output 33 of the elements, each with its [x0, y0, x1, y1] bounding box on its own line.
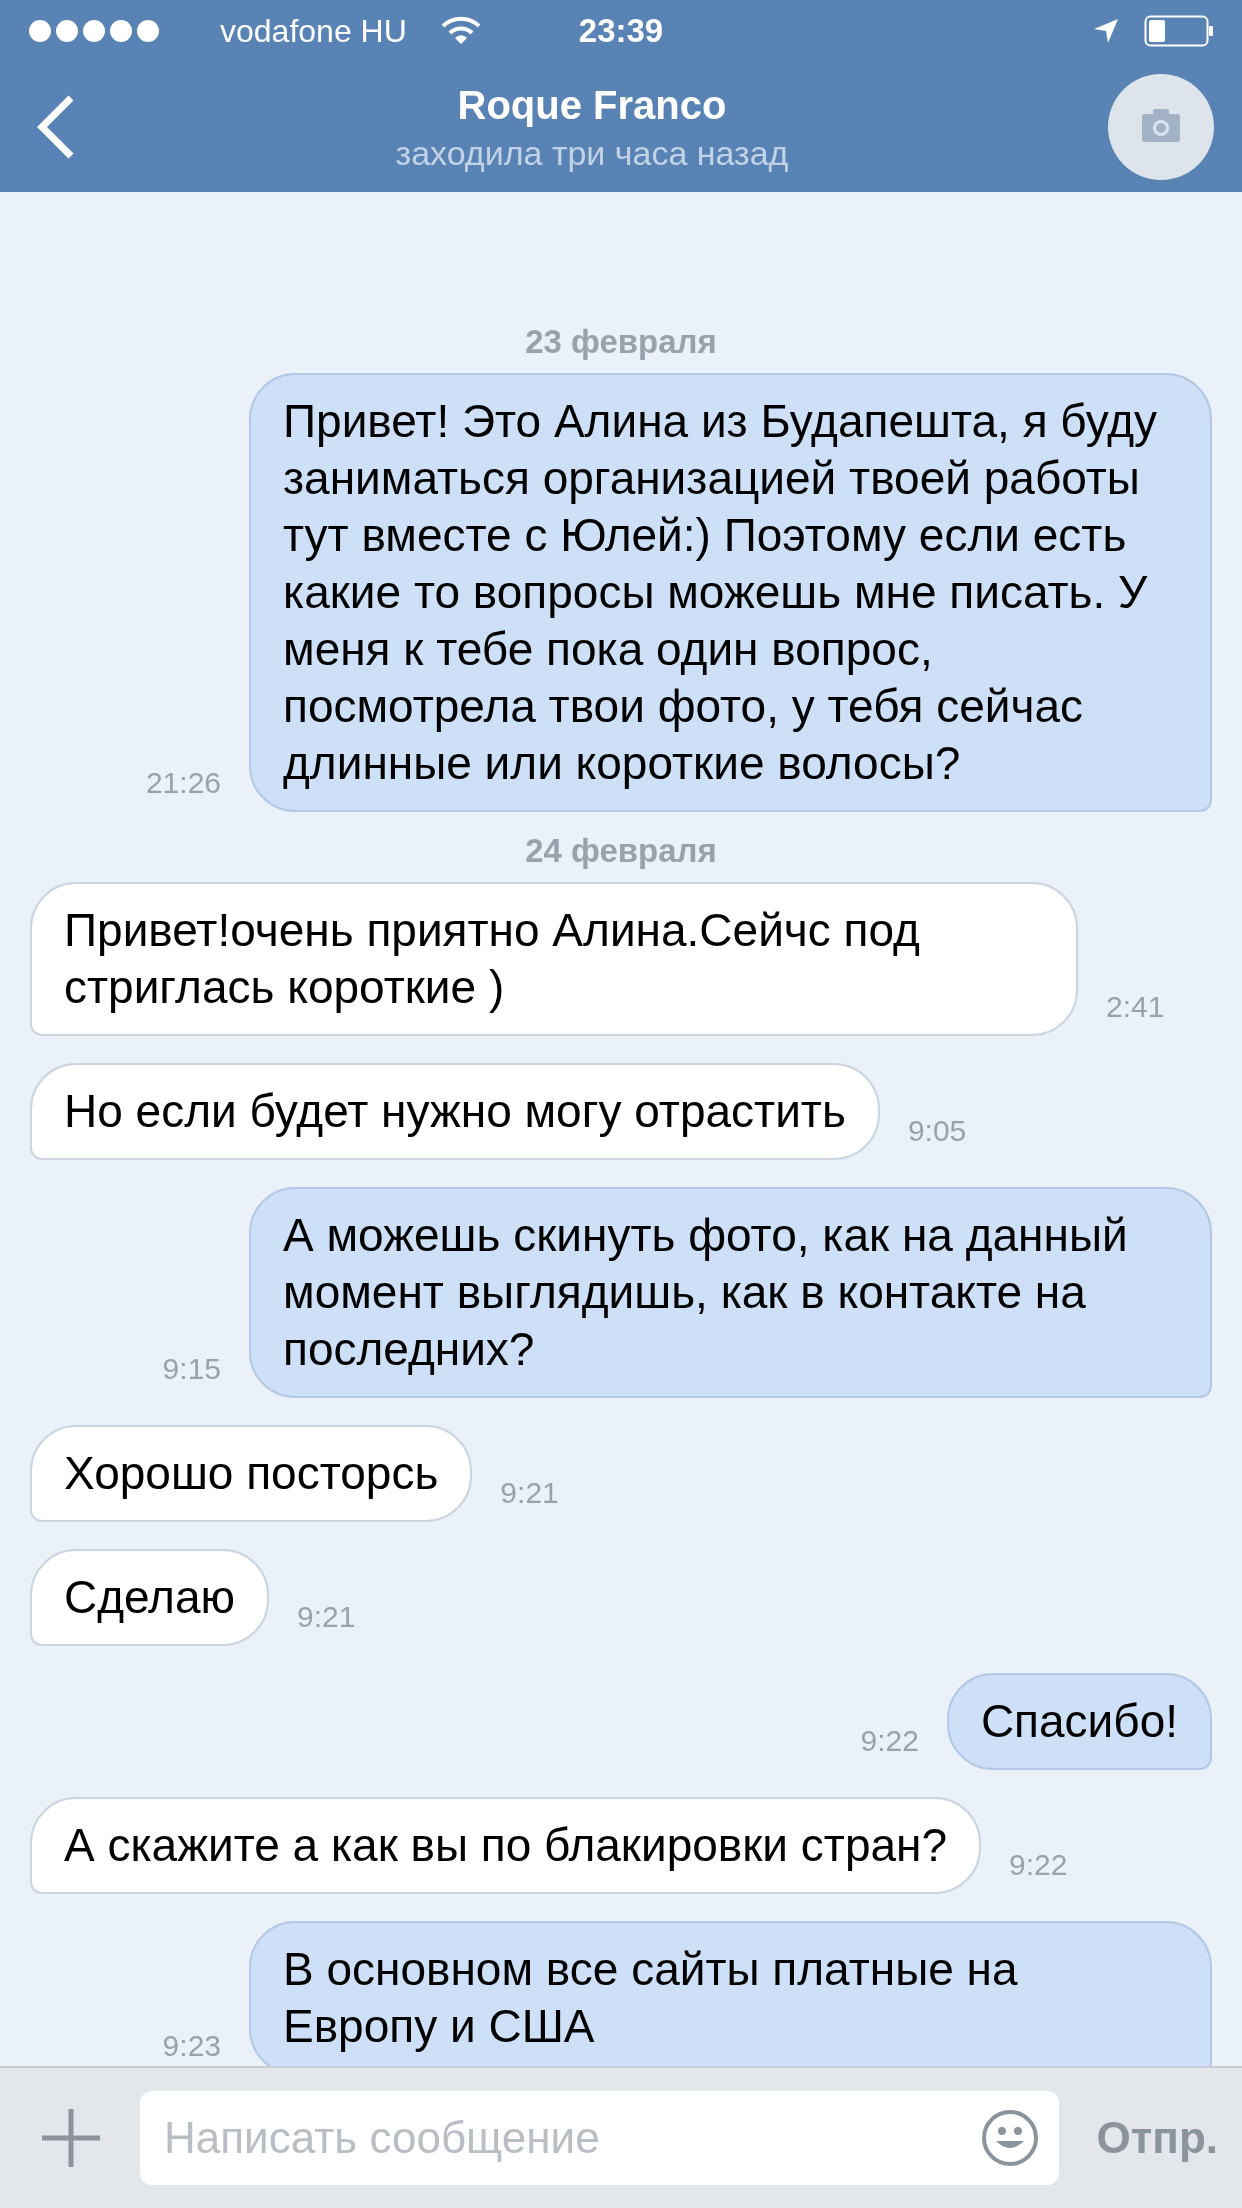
emoji-icon[interactable] [980, 2109, 1039, 2167]
send-button[interactable]: Отпр. [1096, 2113, 1218, 2163]
wifi-icon [440, 16, 481, 46]
battery-icon [1144, 15, 1214, 47]
status-time: 23:39 [578, 12, 664, 50]
incoming-message: Сделаю [30, 1549, 270, 1646]
outgoing-message: В основном все сайты платные на Европу и США [249, 1921, 1212, 2066]
message-time: 9:21 [297, 1600, 356, 1635]
incoming-message: Привет!очень приятно Алина.Сейчс под стриглась короткие ) [30, 882, 1078, 1036]
location-icon [1092, 17, 1120, 45]
message-time: 9:15 [162, 1352, 221, 1387]
outgoing-message: Привет! Это Алина из Будапешта, я буду заниматься организацией твоей работы тут вместе с Юлей:) Поэтому если есть какие то вопросы можешь мне писать. У меня к тебе пока один вопрос, посмотрела твои фото, у тебя сейчас длинные или короткие волосы? [249, 373, 1212, 812]
back-icon[interactable] [36, 94, 76, 160]
date-separator: 23 февраля [525, 322, 717, 362]
message-time: 9:05 [907, 1114, 967, 1149]
incoming-message: А скажите а как вы по блакировки стран? [30, 1797, 982, 1894]
incoming-message: Но если будет нужно могу отрастить [30, 1063, 880, 1160]
outgoing-message: Спасибо! [946, 1673, 1212, 1770]
message-time: 9:23 [162, 2029, 221, 2064]
incoming-message: Хорошо посторсь [30, 1425, 473, 1522]
message-time: 9:22 [860, 1724, 919, 1759]
last-seen: заходила три часа назад [395, 133, 789, 174]
add-icon[interactable] [40, 2107, 102, 2169]
avatar-camera-icon[interactable] [1108, 74, 1214, 180]
message-time: 9:22 [1009, 1848, 1068, 1883]
message-time: 2:41 [1106, 990, 1165, 1025]
message-field[interactable]: Написать сообщение [140, 2091, 1059, 2185]
outgoing-message: А можешь скинуть фото, как на данный момент выглядишь, как в контакте на последних? [249, 1187, 1212, 1398]
message-time: 21:26 [145, 766, 221, 801]
carrier-name: vodafone HU [220, 12, 407, 50]
date-separator: 24 февраля [525, 831, 717, 871]
message-time: 9:21 [500, 1476, 559, 1511]
contact-name: Roque Franco [457, 82, 727, 129]
